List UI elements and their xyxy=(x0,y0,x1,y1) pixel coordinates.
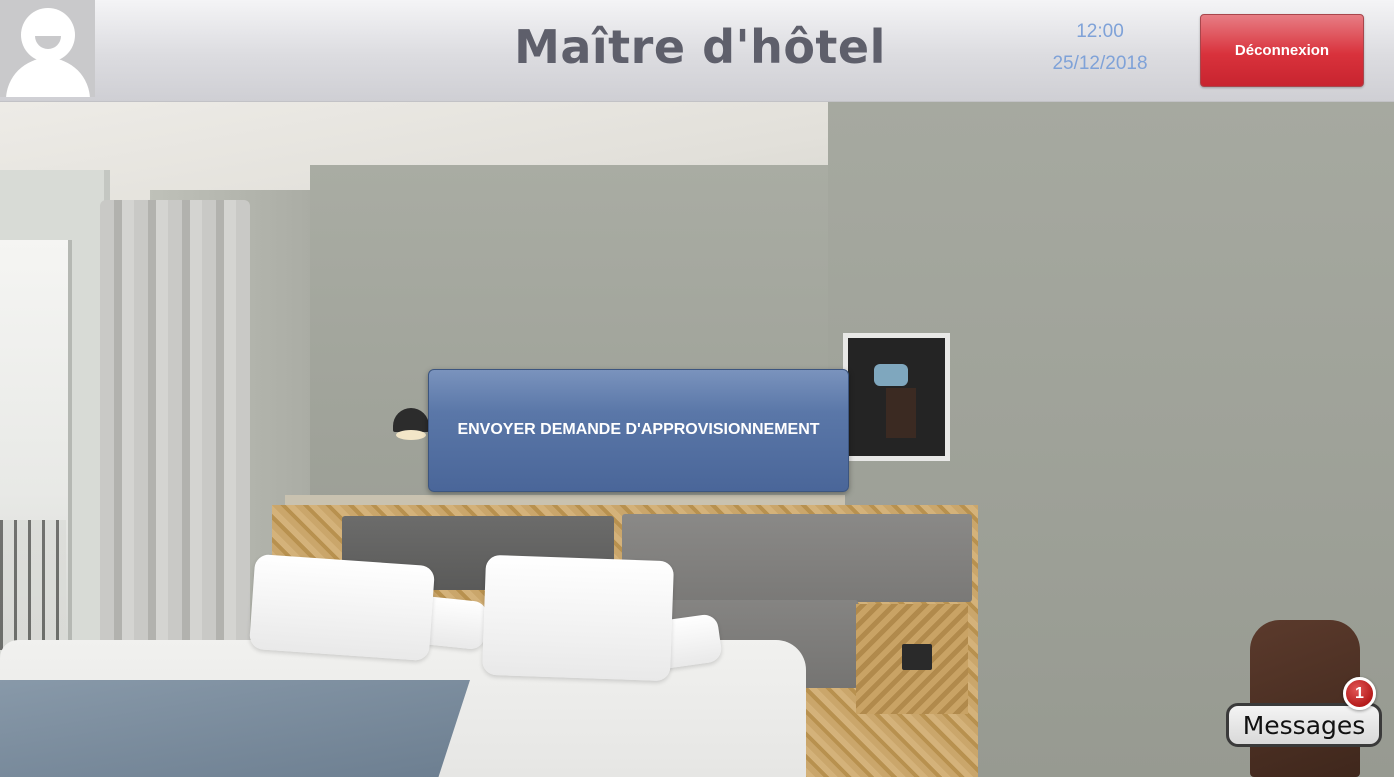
unread-messages-badge: 1 xyxy=(1343,677,1376,710)
bed-throw xyxy=(0,680,471,777)
lamp-glow xyxy=(396,430,426,440)
shelf xyxy=(285,495,845,505)
balcony-railing xyxy=(0,520,66,650)
curtain xyxy=(100,200,250,660)
wall-art xyxy=(843,333,950,461)
headboard-cushion xyxy=(622,514,972,602)
send-supply-request-button[interactable]: ENVOYER DEMANDE D'APPROVISIONNEMENT xyxy=(428,369,849,492)
pillow xyxy=(481,554,675,682)
user-avatar-icon xyxy=(0,0,95,97)
clock-date: 25/12/2018 xyxy=(1052,53,1148,74)
pillow xyxy=(248,553,436,662)
page-title: Maître d'hôtel xyxy=(514,20,886,74)
clock: 12:00 25/12/2018 xyxy=(1030,16,1170,80)
clock-time: 12:00 xyxy=(1076,21,1124,42)
power-socket xyxy=(902,644,932,670)
header-bar: Maître d'hôtel 12:00 25/12/2018 Déconnex… xyxy=(0,0,1394,102)
logout-button[interactable]: Déconnexion xyxy=(1200,14,1364,87)
